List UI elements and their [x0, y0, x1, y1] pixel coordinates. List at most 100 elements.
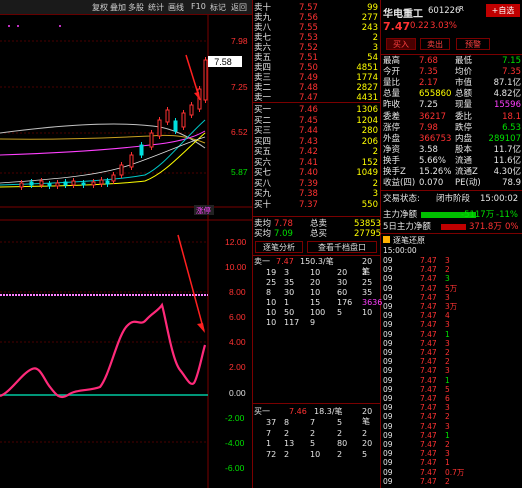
quote-stat-label: 外盘 [383, 133, 401, 144]
tick-analysis-button[interactable]: 逐笔分析 [255, 241, 303, 253]
order-book-row[interactable]: 买二 7.45 1204 [254, 116, 380, 126]
toolbar-draw-line-button[interactable]: 画线 [168, 2, 184, 13]
toolbar-multi-stock-button[interactable]: 多股 [128, 2, 144, 13]
order-book-label: 买八 [254, 178, 272, 189]
view-depth-button[interactable]: 查看千档盘口 [307, 241, 377, 253]
order-book-row[interactable]: 买十 7.37 550 [254, 200, 380, 210]
order-book-volume: 1306 [356, 105, 378, 115]
quote-stat-label: 内盘 [455, 133, 473, 144]
candle-body [63, 181, 68, 186]
toolbar-f10-button[interactable]: F10 [191, 2, 206, 11]
queue-cell: 176 [337, 298, 353, 307]
order-book-volume: 2 [372, 147, 378, 157]
quote-stat-label: 最低 [455, 56, 473, 66]
tick-time: 09 [383, 311, 393, 321]
toolbar-overlay-button[interactable]: 叠加 [110, 2, 126, 13]
quote-stat-value: 7.98 [419, 122, 438, 133]
order-book-price: 7.46 [299, 105, 318, 115]
tick-price: 7.47 [420, 329, 437, 339]
order-book-row[interactable]: 买八 7.39 2 [254, 179, 380, 189]
tick-time: 09 [383, 476, 393, 486]
limit-up-label: 涨停 [196, 205, 211, 215]
toolbar-stats-button[interactable]: 统计 [148, 2, 164, 13]
candle-body [111, 174, 116, 182]
order-book-row[interactable]: 卖二 7.48 2827 [254, 83, 380, 93]
queue-cell: 50 [284, 308, 295, 317]
queue-cell: 2 [362, 428, 368, 438]
price-chart[interactable]: 7.58 7.98 7.25 6.52 5.87 涨停 12.00 10.00 … [0, 15, 252, 488]
tick-volume: 3 [445, 338, 450, 348]
order-book-price: 7.56 [299, 13, 318, 23]
order-book-label: 买七 [254, 168, 272, 178]
candle-body [91, 181, 96, 186]
divider [252, 0, 253, 488]
order-book-row[interactable]: 卖五 7.51 54 [254, 53, 380, 63]
tick-time: 09 [383, 366, 393, 376]
order-book-volume: 99 [367, 3, 378, 13]
order-book-label: 卖七 [254, 33, 272, 43]
tick-volume: 2 [445, 348, 450, 357]
tick-time: 09 [383, 320, 393, 330]
order-book-label: 卖四 [254, 63, 272, 73]
order-book-row[interactable]: 卖六 7.52 3 [254, 43, 380, 53]
queue-cell: 60 [337, 288, 348, 297]
annotation-arrow-indicator [177, 234, 205, 332]
quote-stat-value: 87.1亿 [493, 78, 521, 89]
indicator-axis-label: 8.00 [229, 287, 246, 297]
tick-price: 7.47 [420, 467, 437, 477]
order-book-row[interactable]: 买九 7.38 3 [254, 189, 380, 199]
quote-stat-label: 股本 [455, 144, 473, 155]
order-book-price: 7.43 [299, 136, 318, 147]
order-book-row[interactable]: 买五 7.42 2 [254, 147, 380, 157]
toolbar-back-button[interactable]: 返回 [231, 2, 247, 13]
queue-cell: 5 [337, 418, 343, 427]
candle-body [181, 112, 186, 128]
tick-volume: 3 [445, 320, 450, 330]
order-book-label: 买九 [254, 189, 272, 199]
queue-cell: 10 [266, 318, 277, 327]
candle-body [29, 181, 34, 186]
order-book-row[interactable]: 卖九 7.56 277 [254, 13, 380, 23]
tick-volume: 2 [445, 412, 450, 422]
queue-cell: 8 [284, 418, 290, 427]
order-book-price: 7.48 [299, 83, 318, 93]
order-book-volume: 243 [361, 23, 378, 33]
order-book-row[interactable]: 卖十 7.57 99 [254, 3, 380, 13]
add-watchlist-button[interactable]: +自选 [486, 4, 520, 17]
order-book-volume: 550 [361, 199, 378, 210]
quote-stat-value: 4.82亿 [493, 89, 521, 100]
toolbar-mark-button[interactable]: 标记 [210, 2, 226, 13]
quote-stat-label: 量比 [383, 78, 401, 89]
quote-stat-value: 5.66% [419, 155, 447, 166]
alert-button[interactable]: 预警 [456, 38, 490, 50]
stock-name: 华电重工 [383, 9, 423, 20]
queue-separator [253, 255, 380, 256]
tick-price: 7.47 [420, 302, 437, 311]
order-book-row[interactable]: 买四 7.43 206 [254, 137, 380, 147]
sell-button[interactable]: 卖出 [420, 38, 450, 50]
queue-separator [253, 403, 380, 404]
tick-volume: 2 [445, 440, 450, 449]
order-book-volume: 2 [372, 33, 378, 43]
price-change-pct: 3.03% [430, 21, 458, 31]
queue-cell: 5 [337, 308, 343, 317]
queue-cell: 5 [362, 449, 368, 459]
order-book-row[interactable]: 卖四 7.50 4851 [254, 63, 380, 73]
order-book-row[interactable]: 买一 7.46 1306 [254, 105, 380, 115]
queue-cell: 35 [362, 288, 373, 297]
order-book-row[interactable]: 卖八 7.55 243 [254, 23, 380, 33]
buy-button[interactable]: 买入 [386, 38, 416, 50]
order-book-row[interactable]: 买六 7.41 152 [254, 158, 380, 168]
tick-volume: 2 [445, 476, 450, 486]
order-book-row[interactable]: 买三 7.44 280 [254, 126, 380, 136]
order-book-row[interactable]: 卖三 7.49 1774 [254, 73, 380, 83]
order-book-label: 买二 [254, 115, 272, 126]
tick-volume: 1 [445, 375, 450, 385]
tick-time: 09 [383, 283, 393, 293]
toolbar-restore-rights-button[interactable]: 复权 [92, 2, 108, 13]
price-pane-marker [17, 25, 19, 27]
order-book-row[interactable]: 卖七 7.53 2 [254, 33, 380, 43]
order-book-row[interactable]: 买七 7.40 1049 [254, 168, 380, 178]
tick-volume: 5 [445, 384, 450, 394]
quote-separator [381, 54, 522, 55]
